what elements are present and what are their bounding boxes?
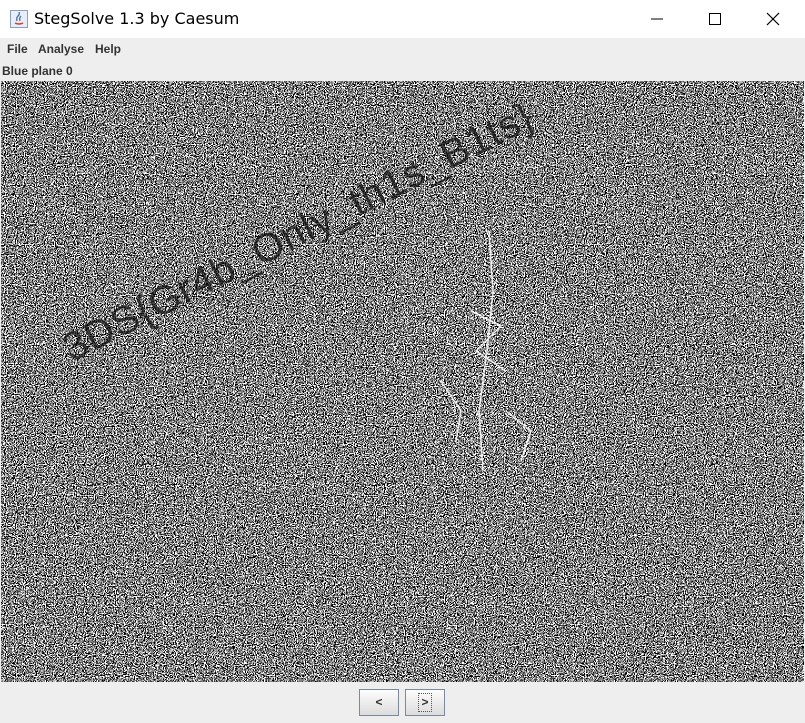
minimize-icon bbox=[651, 18, 663, 20]
menu-file[interactable]: File bbox=[7, 42, 28, 56]
maximize-button[interactable] bbox=[686, 0, 744, 38]
title-bar: StegSolve 1.3 by Caesum bbox=[0, 0, 805, 38]
window-title: StegSolve 1.3 by Caesum bbox=[34, 9, 240, 28]
minimize-button[interactable] bbox=[628, 0, 686, 38]
java-app-icon bbox=[10, 10, 28, 28]
navigation-bar: < > bbox=[0, 683, 805, 723]
previous-plane-button[interactable]: < bbox=[359, 689, 399, 716]
close-icon bbox=[766, 12, 780, 26]
next-plane-button[interactable]: > bbox=[405, 689, 445, 716]
plane-label: Blue plane 0 bbox=[2, 64, 73, 78]
image-view: 3DS{Gr4b_Only_th1s_B1ts} bbox=[1, 81, 804, 682]
close-button[interactable] bbox=[744, 0, 802, 38]
stegsolve-window: StegSolve 1.3 by Caesum File Analyse Hel… bbox=[0, 0, 805, 723]
menu-analyse[interactable]: Analyse bbox=[38, 42, 84, 56]
menu-bar: File Analyse Help bbox=[0, 38, 805, 62]
maximize-icon bbox=[709, 13, 721, 25]
menu-help[interactable]: Help bbox=[95, 42, 121, 56]
next-plane-label: > bbox=[418, 693, 432, 712]
